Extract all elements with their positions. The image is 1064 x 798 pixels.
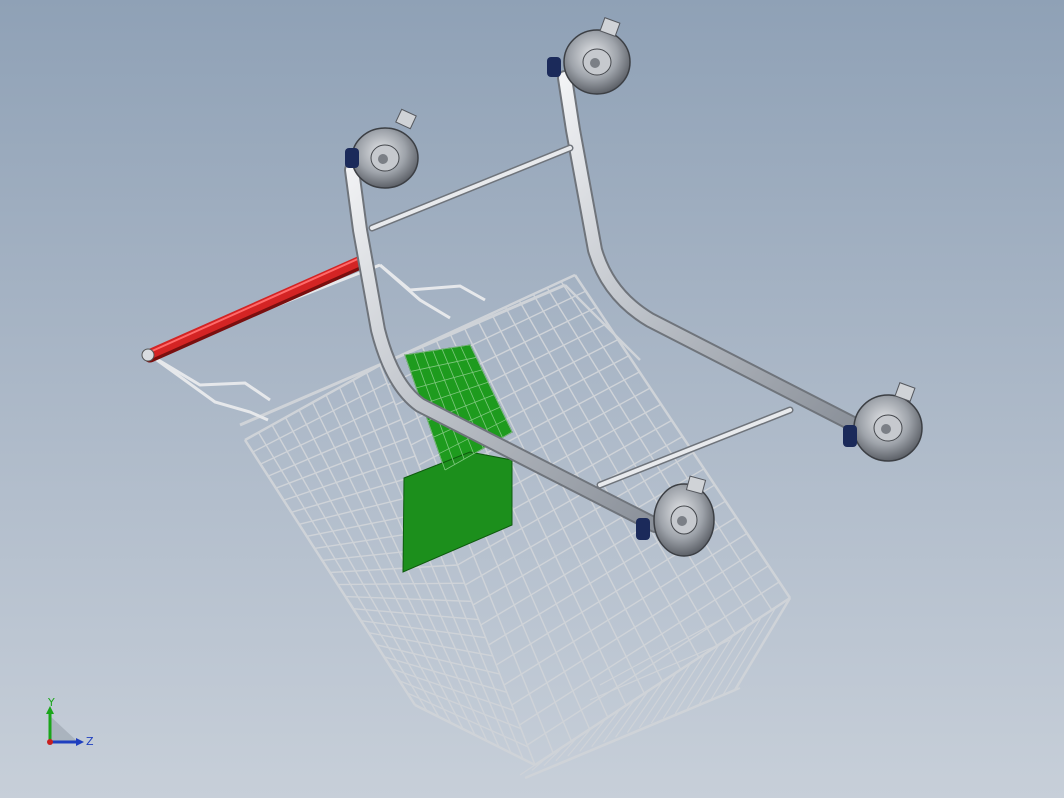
basket-wire bbox=[733, 597, 792, 691]
triad-plane-shade bbox=[50, 716, 78, 742]
basket-wire bbox=[244, 363, 381, 442]
basket-wire bbox=[638, 671, 678, 729]
push-handle-red bbox=[141, 255, 369, 363]
basket-wire bbox=[615, 690, 649, 738]
basket-wire bbox=[589, 639, 731, 701]
basket-wire bbox=[298, 409, 464, 730]
z-axis-arrowhead bbox=[76, 738, 84, 746]
cad-3d-viewport[interactable]: Y Z bbox=[0, 0, 1064, 798]
basket-wire bbox=[662, 653, 706, 719]
basket-wire bbox=[686, 634, 734, 710]
z-axis-label: Z bbox=[86, 735, 94, 748]
basket-wire bbox=[284, 417, 452, 724]
basket-wire bbox=[271, 424, 440, 718]
basket-wire bbox=[546, 287, 755, 623]
basket-wire bbox=[239, 283, 566, 427]
basket-wire bbox=[534, 596, 791, 767]
y-axis-label: Y bbox=[47, 696, 55, 709]
x-axis-dot bbox=[47, 739, 53, 745]
shopping-cart-model[interactable] bbox=[0, 0, 1064, 798]
caster-wheel-bottom-right bbox=[843, 382, 923, 462]
basket-wire bbox=[257, 432, 428, 712]
axis-triad: Y Z bbox=[46, 696, 94, 748]
basket-wire bbox=[627, 681, 663, 733]
basket-wire bbox=[243, 439, 417, 706]
basket-wire bbox=[603, 699, 635, 743]
basket-wire bbox=[722, 606, 777, 696]
